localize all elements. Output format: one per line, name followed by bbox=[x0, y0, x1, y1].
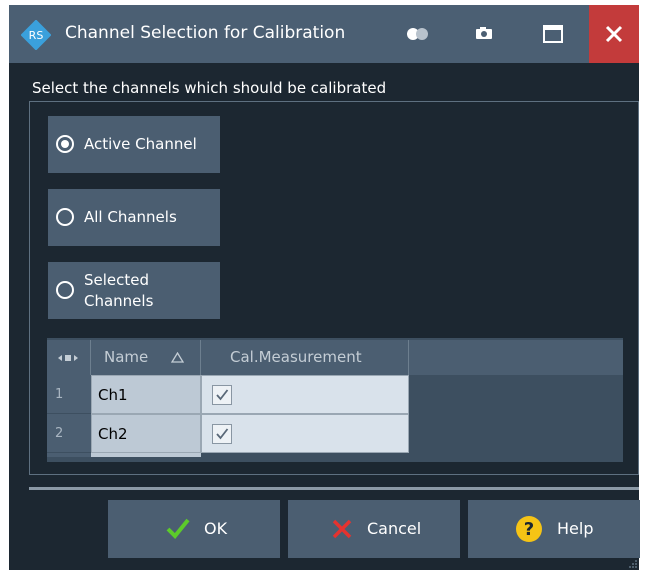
radio-unselected-icon bbox=[56, 281, 74, 299]
radio-unselected-icon bbox=[56, 208, 74, 226]
row-number[interactable]: 2 bbox=[47, 414, 91, 453]
checkmark-icon bbox=[216, 389, 229, 401]
channel-name-cell[interactable]: Ch1 bbox=[91, 375, 201, 414]
column-chooser-icon bbox=[58, 355, 78, 361]
rs-logo-icon: RS bbox=[21, 20, 51, 50]
cal-measurement-checkbox[interactable] bbox=[212, 424, 232, 444]
maximize-icon[interactable] bbox=[543, 25, 563, 43]
radio-selected-icon bbox=[56, 135, 74, 153]
cal-measurement-column-header[interactable]: Cal.Measurement bbox=[201, 340, 409, 375]
help-button[interactable]: ? Help bbox=[468, 500, 640, 558]
cal-measurement-cell bbox=[201, 375, 409, 414]
resize-grip-icon[interactable] bbox=[628, 559, 638, 569]
channel-table: Name Cal.Measurement 1 Ch1 2 Ch2 bbox=[47, 338, 623, 462]
dialog-window: RS Channel Selection for Calibration Sel… bbox=[9, 5, 640, 570]
close-button[interactable] bbox=[589, 5, 639, 63]
checkmark-icon bbox=[166, 518, 190, 539]
instruction-text: Select the channels which should be cali… bbox=[32, 79, 387, 97]
all-channels-radio[interactable]: All Channels bbox=[48, 189, 220, 246]
empty-header-area bbox=[409, 340, 623, 375]
footer-separator bbox=[29, 487, 639, 490]
active-channel-radio[interactable]: Active Channel bbox=[48, 116, 220, 173]
cancel-x-icon bbox=[332, 519, 352, 539]
row-stub bbox=[47, 453, 91, 457]
sort-ascending-icon bbox=[171, 352, 184, 363]
row-number[interactable]: 1 bbox=[47, 375, 91, 414]
help-icon: ? bbox=[516, 516, 542, 542]
camera-icon[interactable] bbox=[475, 26, 493, 40]
close-icon bbox=[605, 25, 623, 43]
channel-name-cell[interactable]: Ch2 bbox=[91, 414, 201, 453]
cal-measurement-checkbox[interactable] bbox=[212, 385, 232, 405]
svg-text:?: ? bbox=[524, 519, 534, 540]
row-stub bbox=[91, 453, 201, 457]
ok-button[interactable]: OK bbox=[108, 500, 280, 558]
title-bar[interactable]: RS Channel Selection for Calibration bbox=[9, 5, 639, 63]
toggle-icon[interactable] bbox=[404, 27, 432, 41]
name-column-header[interactable]: Name bbox=[91, 340, 201, 375]
cancel-button[interactable]: Cancel bbox=[288, 500, 460, 558]
selected-channels-radio[interactable]: Selected Channels bbox=[48, 262, 220, 319]
svg-text:RS: RS bbox=[29, 29, 44, 42]
window-title: Channel Selection for Calibration bbox=[65, 23, 346, 43]
column-chooser-header[interactable] bbox=[47, 340, 91, 375]
checkmark-icon bbox=[216, 428, 229, 440]
cal-measurement-cell bbox=[201, 414, 409, 453]
